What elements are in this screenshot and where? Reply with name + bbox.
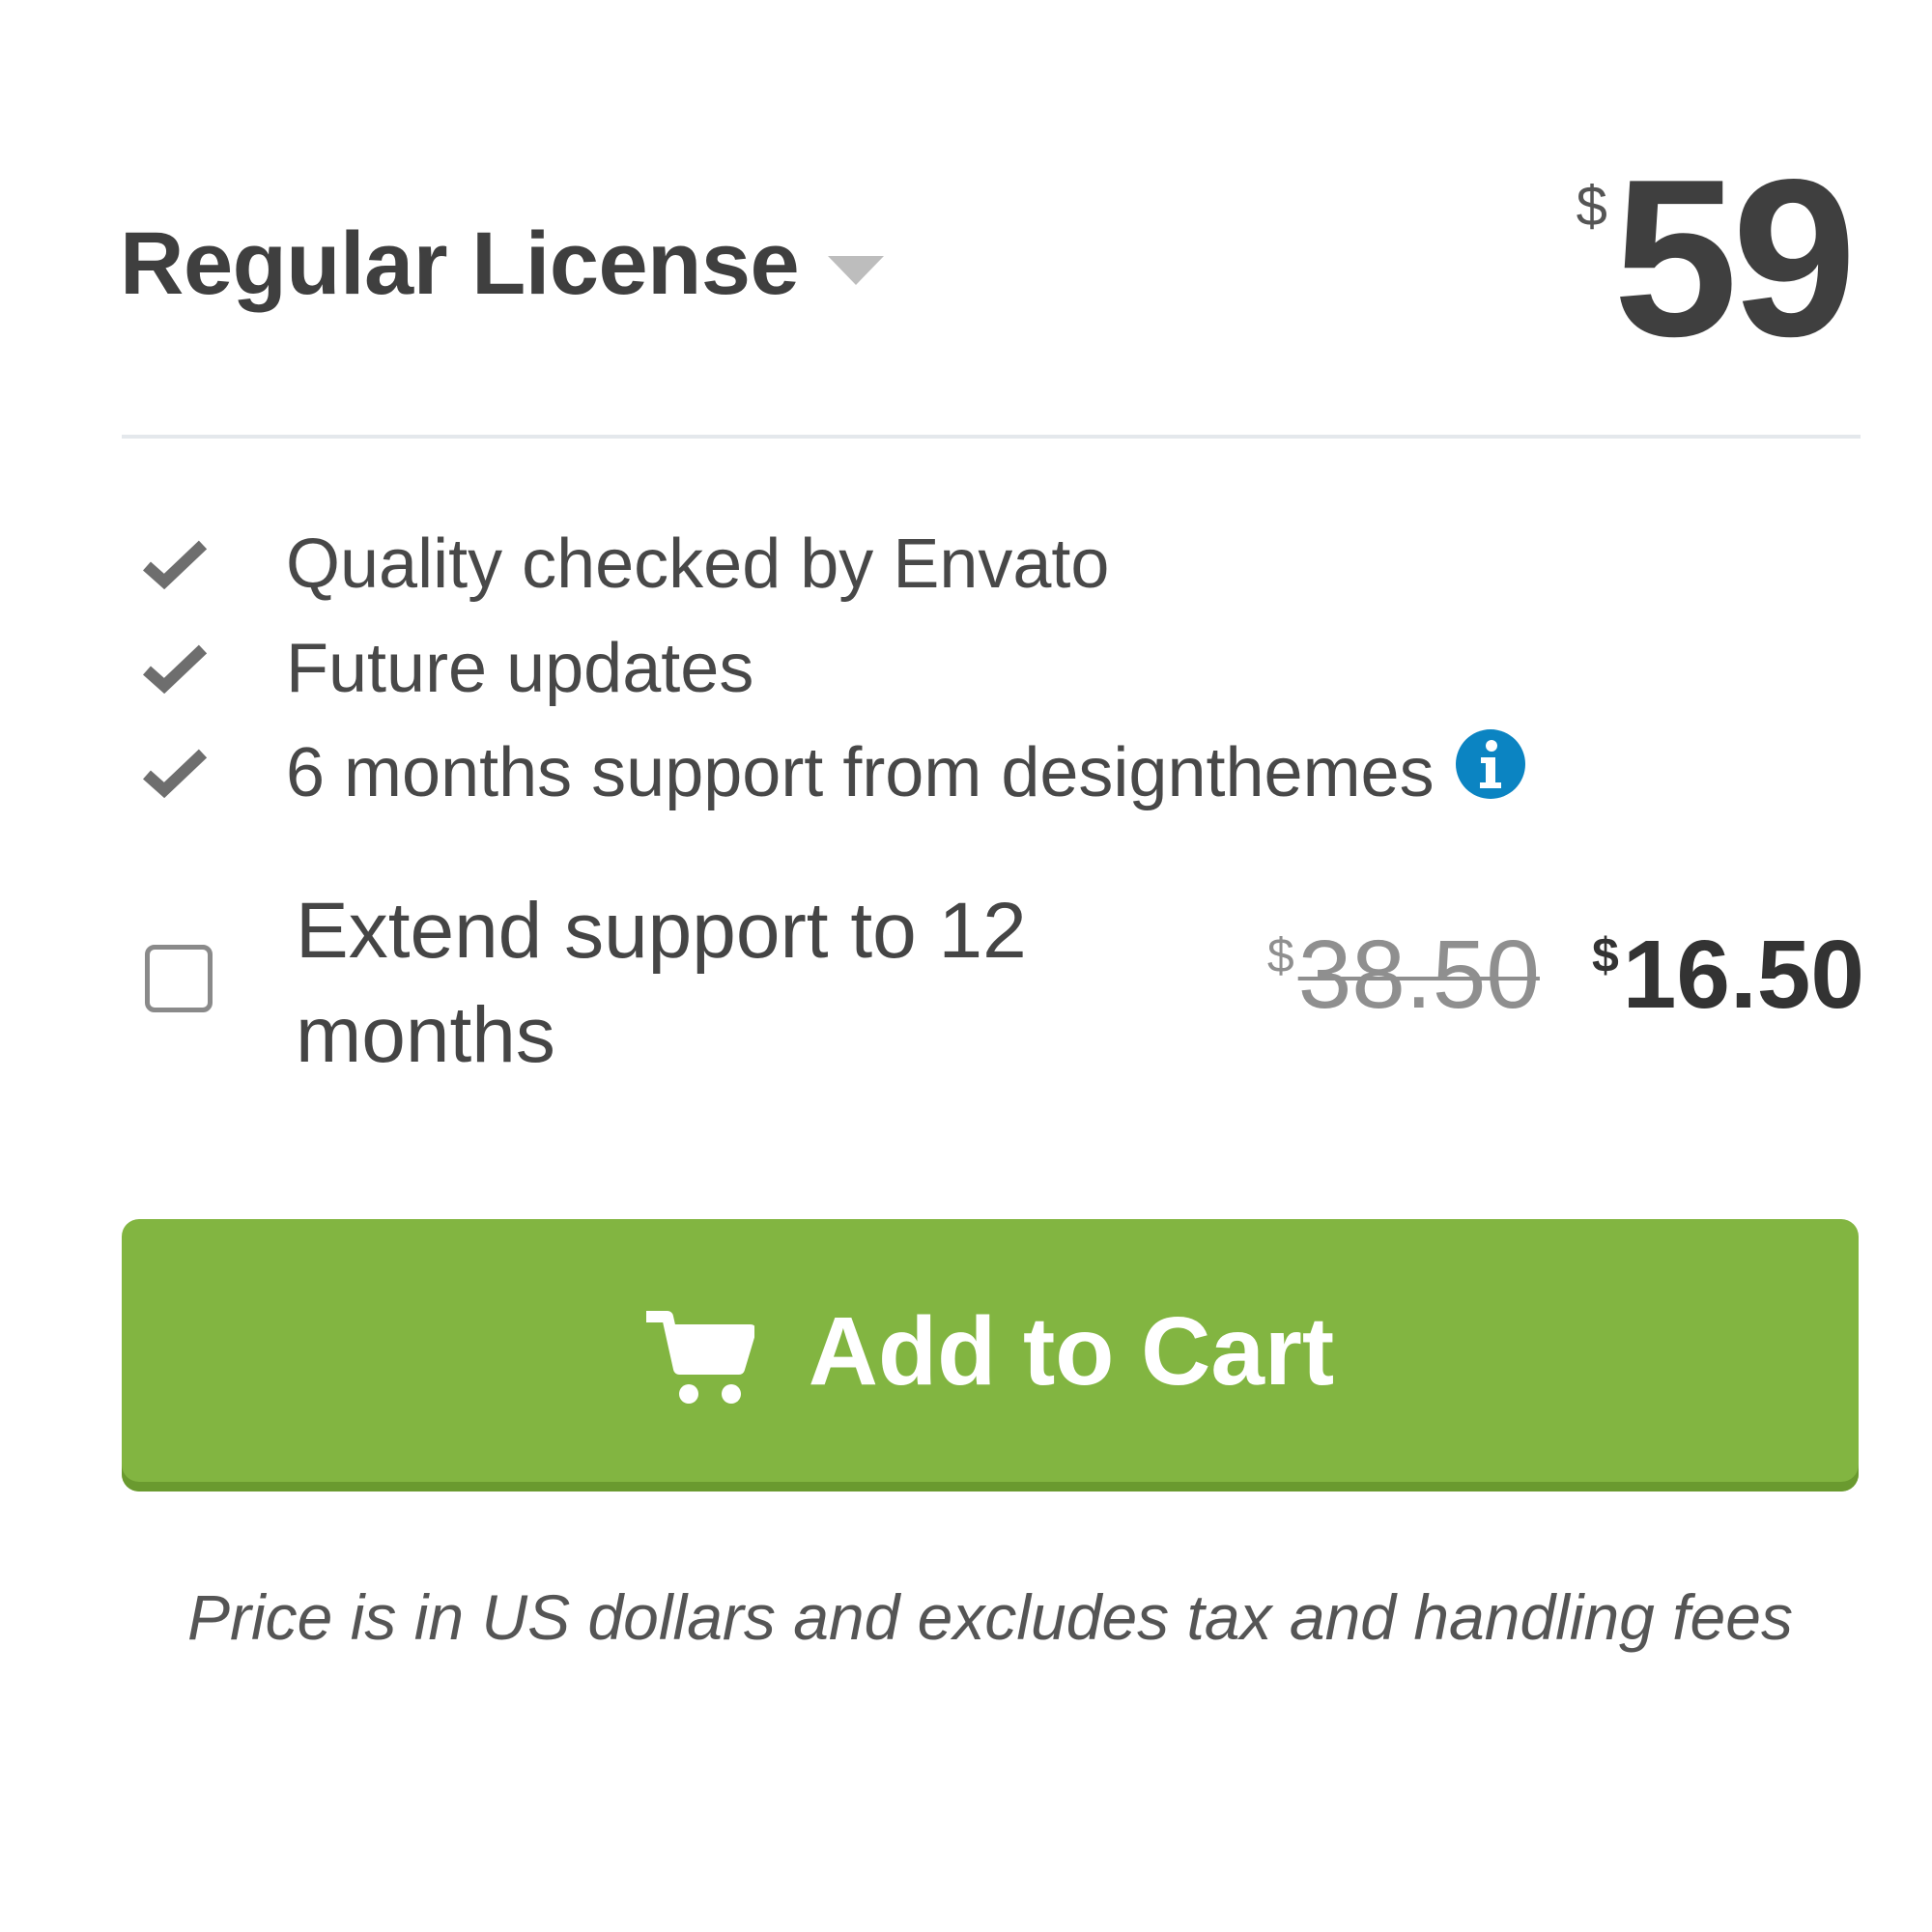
extend-support-row: Extend support to 12 months $ 38.50 $ 16… <box>145 879 1864 1079</box>
feature-item: 6 months support from designthemes <box>143 721 1525 825</box>
discounted-price-value: 16.50 <box>1622 921 1864 1029</box>
feature-item: Future updates <box>143 616 1525 721</box>
checkmark-icon <box>143 739 220 807</box>
feature-text: Quality checked by Envato <box>286 526 1110 603</box>
extend-support-label[interactable]: Extend support to 12 months <box>296 879 1165 1088</box>
license-price: $ 59 <box>1576 133 1857 384</box>
license-selector[interactable]: Regular License <box>120 211 885 317</box>
original-price: $ 38.50 <box>1267 922 1540 1028</box>
original-price-value: 38.50 <box>1297 921 1540 1029</box>
price-amount: 59 <box>1612 133 1857 384</box>
price-disclaimer: Price is in US dollars and excludes tax … <box>187 1581 1793 1653</box>
feature-text: 6 months support from designthemes <box>286 734 1435 811</box>
add-to-cart-button[interactable]: Add to Cart <box>122 1219 1859 1492</box>
chevron-down-icon <box>828 256 885 285</box>
cart-icon <box>645 1311 754 1404</box>
checkmark-icon <box>143 635 220 702</box>
checkmark-icon <box>143 530 220 598</box>
feature-list: Quality checked by Envato Future updates… <box>143 512 1525 825</box>
add-to-cart-label: Add to Cart <box>808 1296 1335 1406</box>
purchase-panel: Regular License $ 59 Quality checked by … <box>0 0 1932 1932</box>
info-icon[interactable] <box>1455 729 1525 799</box>
discounted-price-currency: $ <box>1591 928 1619 982</box>
license-name: Regular License <box>120 213 800 313</box>
divider <box>122 435 1861 439</box>
feature-text: Future updates <box>286 630 754 707</box>
price-currency: $ <box>1576 175 1607 238</box>
discounted-price: $ 16.50 <box>1592 922 1864 1028</box>
extend-support-checkbox[interactable] <box>145 945 213 1012</box>
original-price-currency: $ <box>1266 928 1294 982</box>
feature-item: Quality checked by Envato <box>143 512 1525 616</box>
extend-support-prices: $ 38.50 $ 16.50 <box>1267 922 1864 1028</box>
